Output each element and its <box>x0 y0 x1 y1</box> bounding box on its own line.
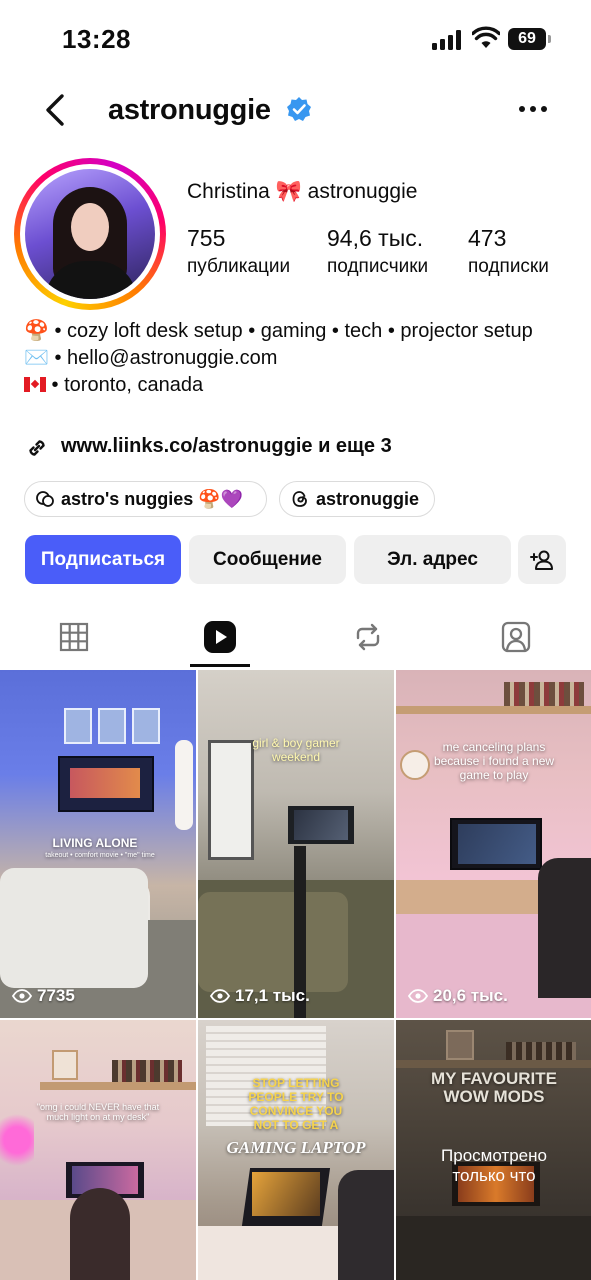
tab-posts[interactable] <box>44 606 104 668</box>
reel-views-count: 20,6 тыс. <box>433 986 508 1005</box>
stat-followers-value: 94,6 тыс. <box>327 225 424 251</box>
stat-following[interactable]: 473 подписки <box>468 225 549 278</box>
profile-header: astronuggie <box>0 80 591 140</box>
reel-caption: girl & boy gamer weekend <box>252 736 340 764</box>
reel-views: 20,6 тыс. <box>408 986 508 1006</box>
reel-subcaption: GAMING LAPTOP <box>226 1138 366 1157</box>
active-tab-indicator <box>190 664 250 667</box>
tab-tagged[interactable] <box>486 606 546 668</box>
grid-icon <box>59 622 89 652</box>
reel-views: 7735 <box>12 986 75 1006</box>
bio: 🍄 • cozy loft desk setup • gaming • tech… <box>24 318 564 399</box>
reel-caption: me canceling plans because i found a new… <box>433 740 555 782</box>
tab-reels[interactable] <box>190 606 250 668</box>
chip-broadcast-label: astro's nuggies 🍄💜 <box>61 488 244 509</box>
eye-icon <box>12 989 32 1003</box>
eye-icon <box>408 989 428 1003</box>
reel-thumbnail[interactable]: MY FAVOURITE WOW MODS Просмотрено только… <box>396 1020 591 1280</box>
reposts-icon <box>356 623 380 651</box>
chip-broadcast-channel[interactable]: astro's nuggies 🍄💜 <box>24 481 267 517</box>
display-name: Christina 🎀 astronuggie <box>187 180 418 203</box>
battery-level: 69 <box>508 28 546 50</box>
reel-caption: LIVING ALONE <box>52 836 138 850</box>
avatar[interactable] <box>25 169 155 299</box>
reel-thumbnail[interactable]: girl & boy gamer weekend 17,1 тыс. <box>198 670 394 1018</box>
reel-views: 17,1 тыс. <box>210 986 310 1006</box>
bio-line-2: ✉️ • hello@astronuggie.com <box>24 347 278 369</box>
suggested-users-button[interactable] <box>518 535 566 584</box>
email-button[interactable]: Эл. адрес <box>354 535 511 584</box>
reel-caption: "omg i could NEVER have that much light … <box>36 1102 160 1122</box>
reel-caption: STOP LETTING PEOPLE TRY TO CONVINCE YOU … <box>248 1076 344 1132</box>
reel-views-count: 7735 <box>37 986 75 1005</box>
reels-grid: LIVING ALONE takeout • comfort movie • "… <box>0 670 591 1280</box>
battery-icon: 69 <box>508 28 552 50</box>
profile-tabs <box>0 606 591 668</box>
verified-badge-icon <box>287 97 311 121</box>
chip-threads-label: astronuggie <box>316 488 420 509</box>
threads-icon <box>292 491 307 507</box>
reel-thumbnail[interactable]: me canceling plans because i found a new… <box>396 670 591 1018</box>
reel-views-count: 17,1 тыс. <box>235 986 310 1005</box>
follow-button[interactable]: Подписаться <box>25 535 181 584</box>
reel-viewed-label: Просмотрено только что <box>441 1146 547 1185</box>
message-button[interactable]: Сообщение <box>189 535 346 584</box>
bio-line-1: 🍄 • cozy loft desk setup • gaming • tech… <box>24 320 533 342</box>
add-person-icon <box>530 550 553 570</box>
reel-thumbnail[interactable]: "omg i could NEVER have that much light … <box>0 1020 196 1280</box>
status-time: 13:28 <box>62 24 131 54</box>
stat-posts-value: 755 <box>187 225 226 251</box>
reel-subcaption: takeout • comfort movie • "me" time <box>45 852 155 859</box>
status-bar: 13:28 69 <box>0 0 591 80</box>
eye-icon <box>210 989 230 1003</box>
stat-posts-label: публикации <box>187 256 291 277</box>
wifi-icon <box>472 26 500 48</box>
stat-posts[interactable]: 755 публикации <box>187 225 290 278</box>
chip-threads[interactable]: astronuggie <box>279 481 435 517</box>
tagged-icon <box>501 621 531 653</box>
channel-icon <box>36 491 54 507</box>
stat-followers[interactable]: 94,6 тыс. подписчики <box>327 225 428 278</box>
header-username: astronuggie <box>108 94 271 126</box>
link-icon <box>29 440 45 456</box>
stat-following-label: подписки <box>468 256 549 277</box>
more-options-icon[interactable] <box>516 94 550 124</box>
stat-following-value: 473 <box>468 225 507 251</box>
reels-icon <box>204 621 236 653</box>
reel-thumbnail[interactable]: LIVING ALONE takeout • comfort movie • "… <box>0 670 196 1018</box>
signal-icon <box>432 30 461 50</box>
bio-location: • toronto, canada <box>46 374 204 396</box>
back-chevron-icon[interactable] <box>40 92 70 128</box>
canada-flag-icon <box>24 377 46 392</box>
stat-followers-label: подписчики <box>327 256 429 277</box>
tab-reposts[interactable] <box>338 606 398 668</box>
story-ring[interactable] <box>14 158 166 310</box>
profile-link-text[interactable]: www.liinks.co/astronuggie и еще 3 <box>61 435 392 458</box>
reel-caption: MY FAVOURITE WOW MODS <box>431 1069 557 1106</box>
bio-line-3: • toronto, canada <box>24 372 564 399</box>
reel-thumbnail[interactable]: STOP LETTING PEOPLE TRY TO CONVINCE YOU … <box>198 1020 394 1280</box>
